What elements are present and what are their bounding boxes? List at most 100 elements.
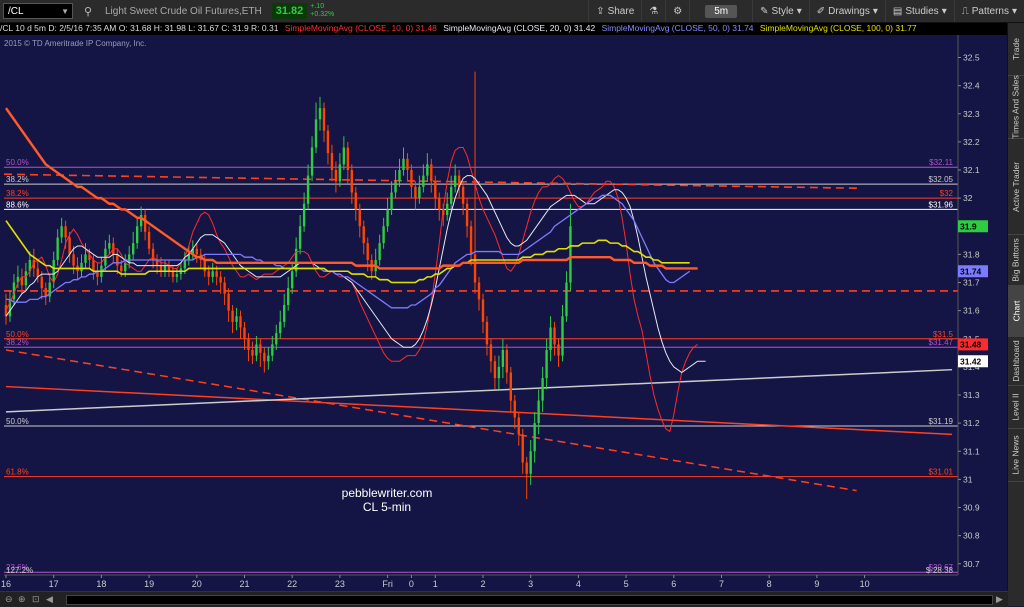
patterns-label: Patterns (971, 5, 1009, 17)
candle-body (72, 254, 75, 266)
candle-body (398, 170, 401, 182)
candle-body (362, 226, 365, 244)
candle-body (509, 372, 513, 401)
candle-body (271, 344, 274, 356)
x-tick-label: 9 (814, 579, 819, 589)
y-tick-label: 31.1 (963, 446, 980, 456)
trendline-0 (5, 349, 857, 492)
y-tick-label: 32.2 (963, 137, 980, 147)
candle-body (247, 338, 250, 350)
scroll-track[interactable] (66, 595, 993, 605)
tab-active-trader[interactable]: Active Trader (1008, 139, 1024, 235)
hline-left-label: 38.2% (6, 189, 29, 198)
annotation-line-2: CL 5-min (363, 500, 411, 514)
candle-body (569, 226, 572, 283)
candle-body (326, 130, 330, 154)
timeframe-selector[interactable]: 5m (689, 0, 752, 22)
settings-button[interactable]: ⚗ (641, 0, 665, 22)
tab-live-news[interactable]: Live News (1008, 429, 1024, 482)
candle-body (243, 327, 246, 339)
studies-button[interactable]: ▤ Studies ▾ (884, 0, 954, 22)
candle-body (346, 147, 350, 170)
candle-body (342, 147, 346, 165)
candle-body (255, 344, 258, 356)
style-icon: ✎ (760, 5, 769, 17)
candle-body (207, 271, 210, 277)
candle-body (473, 254, 477, 283)
candle-body (446, 203, 449, 215)
chart-area[interactable]: 2015 © TD Ameritrade IP Company, Inc. 50… (0, 35, 1008, 606)
tab-label: Chart (1011, 300, 1022, 322)
tab-chart[interactable]: Chart (1008, 286, 1024, 337)
patterns-button[interactable]: ⎍ Patterns ▾ (953, 0, 1024, 22)
study-legend: /CL 10 d 5m D: 2/5/16 7:35 AM O: 31.68 H… (0, 23, 1008, 35)
candle-body (426, 164, 429, 176)
flask-icon: ⚗ (649, 5, 659, 17)
candle-body (529, 451, 532, 474)
share-button[interactable]: ⇪ Share (588, 0, 641, 22)
price-axis[interactable]: 32.5 32.4 32.3 32.2 32.1 32 31.9 31.8 31.7 31.6 31… (957, 35, 1008, 591)
style-button[interactable]: ✎ Style ▾ (752, 0, 809, 22)
x-tick-label: 0 (409, 579, 414, 589)
candle-body (251, 350, 254, 356)
candle-body (92, 260, 95, 272)
candle-body (394, 181, 397, 193)
candle-body (175, 274, 179, 277)
scroll-right-icon[interactable]: ▶ (996, 594, 1003, 605)
chevron-down-icon: ▾ (872, 5, 878, 17)
tab-big-buttons[interactable]: Big Buttons (1008, 235, 1024, 286)
time-axis[interactable]: 16 17 18 19 20 21 22 23 Fri 0 1 2 3 4 5 6 7 8 9 10 (1, 574, 958, 589)
candle-body (497, 366, 501, 379)
price-tag-label: 31.42 (960, 356, 982, 366)
candle-body (279, 321, 282, 334)
candle-body (477, 282, 481, 300)
studies-label: Studies (905, 5, 939, 17)
hline-right-label: $31.01 (929, 468, 954, 477)
y-tick-label: 31.3 (963, 390, 980, 400)
zoom-out-icon[interactable]: ⊖ (5, 594, 13, 605)
candle-body (64, 226, 67, 238)
candle-body (128, 254, 131, 263)
tab-trade[interactable]: Trade (1008, 23, 1024, 76)
candle-body (549, 327, 552, 350)
candle-body (350, 170, 354, 193)
x-tick-label: 4 (576, 579, 581, 589)
candle-body (557, 344, 560, 356)
price-chart[interactable]: 2015 © TD Ameritrade IP Company, Inc. 50… (0, 35, 1008, 591)
link-icon[interactable]: ⚲ (79, 3, 97, 19)
chevron-down-icon: ▾ (1011, 5, 1017, 17)
zoom-in-icon[interactable]: ⊕ (18, 594, 26, 605)
fit-icon[interactable]: ⊡ (32, 594, 40, 605)
candle-body (406, 158, 409, 170)
candle-body (120, 265, 123, 272)
x-tick-label: 10 (860, 579, 870, 589)
candle-body (330, 153, 334, 170)
sma10-legend[interactable]: SimpleMovingAvg (CLOSE, 10, 0) 31.48 (285, 23, 437, 33)
drawings-button[interactable]: ✐ Drawings ▾ (808, 0, 885, 22)
candle-body (275, 333, 278, 345)
candle-body (314, 119, 318, 148)
tab-level-ii[interactable]: Level II (1008, 386, 1024, 429)
candle-body (561, 316, 564, 356)
sma20-legend[interactable]: SimpleMovingAvg (CLOSE, 20, 0) 31.42 (443, 23, 595, 33)
drawings-label: Drawings (828, 5, 870, 17)
hline-right-label: $31.47 (929, 338, 954, 347)
sma50-legend[interactable]: SimpleMovingAvg (CLOSE, 50, 0) 31.74 (602, 23, 754, 33)
candle-body (219, 276, 222, 283)
chart-scrollbar[interactable]: ⊖ ⊕ ⊡ ◀ ▶ (0, 591, 1008, 607)
tab-times-and-sales[interactable]: Times And Sales (1008, 75, 1024, 139)
ohlc-readout: /CL 10 d 5m D: 2/5/16 7:35 AM O: 31.68 H… (0, 23, 279, 33)
print-button[interactable]: ⚙ (665, 0, 689, 22)
y-tick-label: 30.7 (963, 559, 980, 569)
candle-body (358, 209, 361, 227)
candle-body (410, 170, 413, 187)
candle-body (163, 265, 167, 272)
sma100-legend[interactable]: SimpleMovingAvg (CLOSE, 100, 0) 31.77 (760, 23, 917, 33)
scroll-left-icon[interactable]: ◀ (46, 594, 53, 605)
x-tick-label: 7 (719, 579, 724, 589)
hline-left-label: 61.8% (6, 468, 29, 477)
candle-body (465, 203, 469, 227)
tab-dashboard[interactable]: Dashboard (1008, 337, 1024, 386)
gear-icon: ⚙ (673, 5, 683, 17)
symbol-selector[interactable]: /CL ▼ (3, 3, 73, 19)
